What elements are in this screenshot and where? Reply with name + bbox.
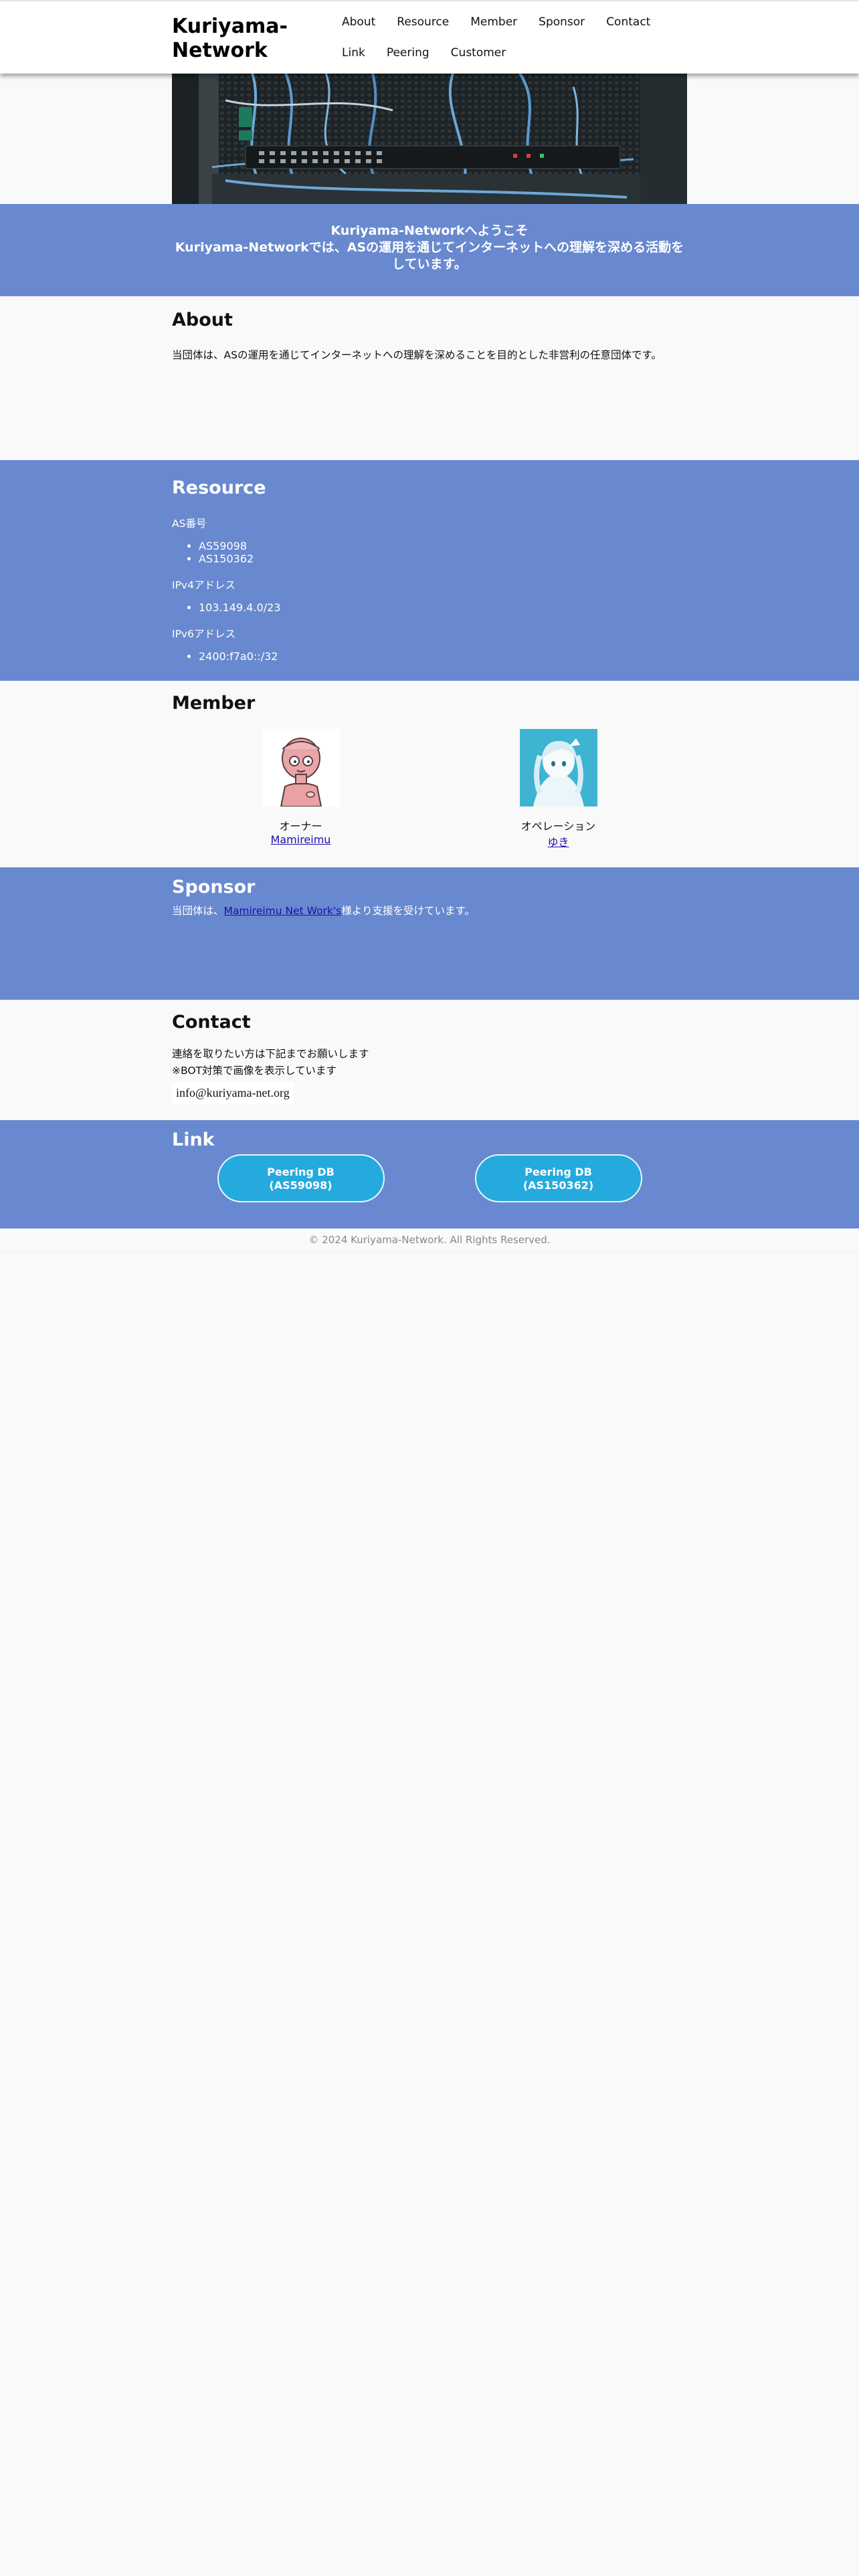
ipv4-label: IPv4アドレス [172, 579, 235, 591]
site-footer: © 2024 Kuriyama-Network. All Rights Rese… [0, 1228, 859, 1252]
as-number-list: AS59098 AS150362 [172, 540, 687, 565]
button-sublabel: (AS59098) [269, 1179, 332, 1192]
hero-server-rack-image [172, 74, 687, 204]
contact-bot-note: ※BOT対策で画像を表示しています [172, 1065, 337, 1077]
main-nav: About Resource Member Sponsor Contact Li… [331, 1, 687, 75]
nav-about[interactable]: About [331, 7, 386, 37]
member-card-owner: オーナー Mamireimu [172, 729, 430, 849]
nav-peering[interactable]: Peering [376, 37, 440, 68]
as-number-label: AS番号 [172, 518, 207, 530]
link-section: Link Peering DB (AS59098) Peering DB (AS… [0, 1120, 859, 1228]
member-name-link[interactable]: ゆき [547, 836, 569, 849]
member-role: オペレーション [520, 820, 596, 833]
email-address-image: info@kuriyama-net.org [172, 1082, 294, 1104]
button-label: Peering DB [267, 1166, 335, 1178]
peeringdb-as150362-button[interactable]: Peering DB (AS150362) [474, 1154, 642, 1202]
about-heading: About [172, 310, 233, 330]
site-header: Kuriyama- Network About Resource Member … [0, 0, 859, 74]
member-section: Member オーナー Mamireimu オペレーション ゆき [0, 681, 859, 867]
link-heading: Link [172, 1130, 215, 1150]
sponsor-text-suffix: 様より支援を受けています。 [341, 905, 475, 917]
ipv4-list: 103.149.4.0/23 [172, 601, 687, 614]
site-title[interactable]: Kuriyama- Network [172, 1, 331, 75]
list-item: AS59098 [199, 540, 687, 552]
contact-section: Contact 連絡を取りたい方は下記までお願いします ※BOT対策で画像を表示… [0, 1000, 859, 1120]
list-item: 103.149.4.0/23 [199, 601, 687, 614]
about-section: About 当団体は、ASの運用を通じてインターネットへの理解を深めることを目的… [0, 296, 859, 460]
resource-section: Resource AS番号 AS59098 AS150362 IPv4アドレス … [0, 460, 859, 681]
list-item: AS150362 [199, 552, 687, 565]
nav-contact[interactable]: Contact [595, 7, 661, 37]
welcome-text: Kuriyama-Networkでは、ASの運用を通じてインターネットへの理解を… [175, 240, 684, 272]
sponsor-heading: Sponsor [172, 877, 256, 897]
about-text: 当団体は、ASの運用を通じてインターネットへの理解を深めることを目的とした非営利… [172, 349, 662, 361]
peeringdb-as59098-button[interactable]: Peering DB (AS59098) [217, 1154, 385, 1202]
sponsor-text: 当団体は、Mamireimu Net Work's様より支援を受けています。 [172, 903, 687, 918]
sponsor-text-prefix: 当団体は、 [172, 905, 224, 917]
member-card-operation: オペレーション ゆき [430, 729, 687, 849]
button-label: Peering DB [524, 1166, 592, 1178]
member-heading: Member [172, 693, 256, 714]
contact-heading: Contact [172, 1012, 251, 1033]
list-item: 2400:f7a0::/32 [199, 650, 687, 663]
welcome-title: Kuriyama-Networkへようこそ [330, 223, 529, 238]
welcome-banner: Kuriyama-Networkへようこそ Kuriyama-Networkでは… [0, 204, 859, 296]
copyright-text: © 2024 Kuriyama-Network. All Rights Rese… [308, 1234, 551, 1246]
nav-resource[interactable]: Resource [386, 7, 460, 37]
nav-member[interactable]: Member [460, 7, 528, 37]
nav-customer[interactable]: Customer [440, 37, 517, 68]
button-sublabel: (AS150362) [522, 1179, 594, 1192]
ipv6-label: IPv6アドレス [172, 628, 235, 640]
contact-instruction: 連絡を取りたい方は下記までお願いします [172, 1048, 369, 1060]
member-role: オーナー [279, 820, 322, 833]
sponsor-section: Sponsor 当団体は、Mamireimu Net Work's様より支援を受… [0, 867, 859, 1000]
member-name-link[interactable]: Mamireimu [271, 833, 331, 846]
resource-heading: Resource [172, 477, 266, 498]
bald-character-avatar [262, 729, 340, 807]
ipv6-list: 2400:f7a0::/32 [172, 650, 687, 663]
nav-sponsor[interactable]: Sponsor [528, 7, 595, 37]
sponsor-link[interactable]: Mamireimu Net Work's [224, 905, 342, 917]
anime-girl-avatar [519, 729, 597, 807]
nav-link[interactable]: Link [331, 37, 376, 68]
